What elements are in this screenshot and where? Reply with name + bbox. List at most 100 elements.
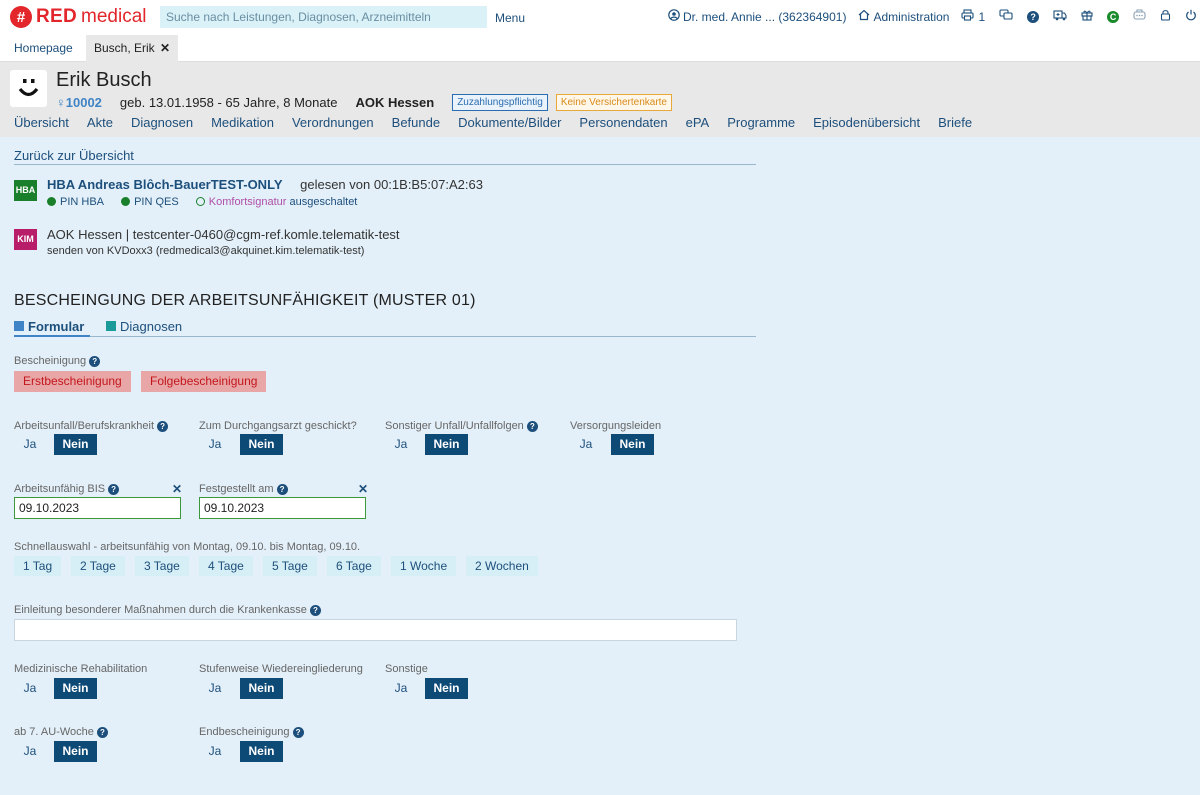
patient-nav-programme[interactable]: Programme: [727, 115, 795, 130]
help-icon[interactable]: ?: [157, 421, 169, 432]
comfort-label: Komfortsignatur: [208, 196, 287, 208]
quick-2-tage[interactable]: 2 Tage: [71, 556, 125, 576]
pin-qes-status[interactable]: PIN QES: [121, 196, 179, 208]
patient-nav-befunde[interactable]: Befunde: [392, 115, 440, 130]
pin-hba-status[interactable]: PIN HBA: [47, 196, 104, 208]
reha-ja-button[interactable]: Ja: [14, 678, 46, 699]
logout-button[interactable]: [1185, 9, 1197, 24]
ab7-ja-button[interactable]: Ja: [14, 741, 46, 762]
kim-address: AOK Hessen | testcenter-0460@cgm-ref.kom…: [47, 227, 400, 242]
patient-nav-akte[interactable]: Akte: [87, 115, 113, 130]
patient-nav-episoden[interactable]: Episodenübersicht: [813, 115, 920, 130]
form-square-icon: [14, 321, 24, 331]
comfort-signature-status[interactable]: Komfortsignatur ausgeschaltet: [195, 196, 358, 208]
status-button[interactable]: C: [1107, 10, 1120, 23]
au-bis-input[interactable]: 09.10.2023: [14, 497, 181, 519]
quick-6-tage[interactable]: 6 Tage: [327, 556, 381, 576]
close-tab-icon[interactable]: ✕: [160, 41, 170, 55]
print-button[interactable]: 1: [961, 9, 985, 24]
patient-id[interactable]: ♀10002: [56, 95, 102, 110]
festgestellt-input[interactable]: 09.10.2023: [199, 497, 366, 519]
patient-nav-verordnungen[interactable]: Verordnungen: [292, 115, 374, 130]
patient-header: Erik Busch ♀10002 geb. 13.01.1958 - 65 J…: [0, 62, 1200, 137]
festgestellt-text: Festgestellt am: [199, 483, 274, 495]
patient-nav-medikation[interactable]: Medikation: [211, 115, 274, 130]
patient-birth: geb. 13.01.1958 - 65 Jahre, 8 Monate: [119, 95, 338, 110]
chat-button[interactable]: [999, 9, 1013, 24]
versorgungsleiden-nein-button[interactable]: Nein: [611, 434, 654, 455]
card-reader-button[interactable]: [1133, 9, 1146, 24]
tab-bar: Homepage Busch, Erik ✕: [0, 35, 1200, 62]
patient-nav-diagnosen[interactable]: Diagnosen: [131, 115, 193, 130]
durchgangsarzt-nein-button[interactable]: Nein: [240, 434, 283, 455]
patient-nav-dokumente[interactable]: Dokumente/Bilder: [458, 115, 561, 130]
help-button[interactable]: ?: [1027, 10, 1040, 23]
quick-1-woche[interactable]: 1 Woche: [391, 556, 457, 576]
administration-link[interactable]: Administration: [858, 9, 949, 24]
no-card-badge[interactable]: Keine Versichertenkarte: [555, 94, 672, 111]
stufenweise-nein-button[interactable]: Nein: [240, 678, 283, 699]
tab-label: Busch, Erik: [94, 41, 155, 55]
folgebescheinigung-button[interactable]: Folgebescheinigung: [141, 371, 267, 392]
festgestellt-label: Festgestellt am?: [199, 483, 288, 495]
quick-2-wochen[interactable]: 2 Wochen: [466, 556, 538, 576]
sonstige-ja-button[interactable]: Ja: [385, 678, 417, 699]
arbeitsunfall-ja-button[interactable]: Ja: [14, 434, 46, 455]
copay-badge[interactable]: Zuzahlungspflichtig: [452, 94, 548, 111]
status-ring-icon: [195, 197, 205, 206]
form-title: BESCHEINGUNG DER ARBEITSUNFÄHIGKEIT (MUS…: [14, 292, 476, 309]
subtab-diagnosen[interactable]: Diagnosen: [106, 319, 182, 334]
quick-5-tage[interactable]: 5 Tage: [263, 556, 317, 576]
help-icon[interactable]: ?: [96, 727, 108, 738]
stufenweise-ja-button[interactable]: Ja: [199, 678, 231, 699]
help-icon[interactable]: ?: [108, 484, 120, 495]
help-icon[interactable]: ?: [309, 605, 321, 616]
quick-4-tage[interactable]: 4 Tage: [199, 556, 253, 576]
reha-label: Medizinische Rehabilitation: [14, 663, 148, 675]
help-icon[interactable]: ?: [292, 727, 304, 738]
clear-au-bis-icon[interactable]: ✕: [172, 482, 182, 496]
menu-link[interactable]: Menu: [495, 11, 525, 25]
einleitung-input[interactable]: [14, 619, 737, 641]
patient-nav-briefe[interactable]: Briefe: [938, 115, 972, 130]
logo[interactable]: # RED medical: [10, 6, 147, 28]
bescheinigung-text: Bescheinigung: [14, 355, 87, 367]
tab-homepage[interactable]: Homepage: [6, 35, 81, 62]
help-icon[interactable]: ?: [526, 421, 538, 432]
help-icon: ?: [1027, 10, 1040, 23]
erstbescheinigung-button[interactable]: Erstbescheinigung: [14, 371, 131, 392]
patient-info: ♀10002 geb. 13.01.1958 - 65 Jahre, 8 Mon…: [56, 94, 680, 111]
sonstiger-unfall-ja-button[interactable]: Ja: [385, 434, 417, 455]
quick-1-tag[interactable]: 1 Tag: [14, 556, 62, 576]
versorgungsleiden-ja-button[interactable]: Ja: [570, 434, 602, 455]
gift-button[interactable]: [1081, 9, 1093, 24]
help-icon[interactable]: ?: [89, 356, 101, 367]
active-subtab-indicator: [14, 335, 90, 337]
durchgangsarzt-ja-button[interactable]: Ja: [199, 434, 231, 455]
search-input[interactable]: [160, 6, 487, 28]
sonstiger-unfall-nein-button[interactable]: Nein: [425, 434, 468, 455]
tab-patient[interactable]: Busch, Erik ✕: [86, 35, 179, 62]
sonstige-nein-button[interactable]: Nein: [425, 678, 468, 699]
comfort-state: ausgeschaltet: [289, 196, 358, 208]
user-menu[interactable]: Dr. med. Annie ... (362364901): [668, 9, 846, 24]
endbescheinigung-nein-button[interactable]: Nein: [240, 741, 283, 762]
kim-icon: KIM: [14, 229, 37, 250]
tab-label: Homepage: [14, 41, 73, 55]
subtab-form[interactable]: Formular: [14, 319, 84, 334]
patient-nav-personendaten[interactable]: Personendaten: [579, 115, 667, 130]
ab7-nein-button[interactable]: Nein: [54, 741, 97, 762]
help-icon[interactable]: ?: [276, 484, 288, 495]
patient-nav-epa[interactable]: ePA: [686, 115, 710, 130]
lock-button[interactable]: [1160, 9, 1171, 24]
transport-button[interactable]: [1053, 9, 1067, 24]
hba-name[interactable]: HBA Andreas Blôch-BauerTEST-ONLY: [47, 177, 283, 192]
patient-nav-uebersicht[interactable]: Übersicht: [14, 115, 69, 130]
hba-read-info: gelesen von 00:1B:B5:07:A2:63: [300, 177, 483, 192]
clear-festgestellt-icon[interactable]: ✕: [358, 482, 368, 496]
back-link[interactable]: Zurück zur Übersicht: [14, 148, 134, 163]
arbeitsunfall-nein-button[interactable]: Nein: [54, 434, 97, 455]
reha-nein-button[interactable]: Nein: [54, 678, 97, 699]
endbescheinigung-ja-button[interactable]: Ja: [199, 741, 231, 762]
quick-3-tage[interactable]: 3 Tage: [135, 556, 189, 576]
